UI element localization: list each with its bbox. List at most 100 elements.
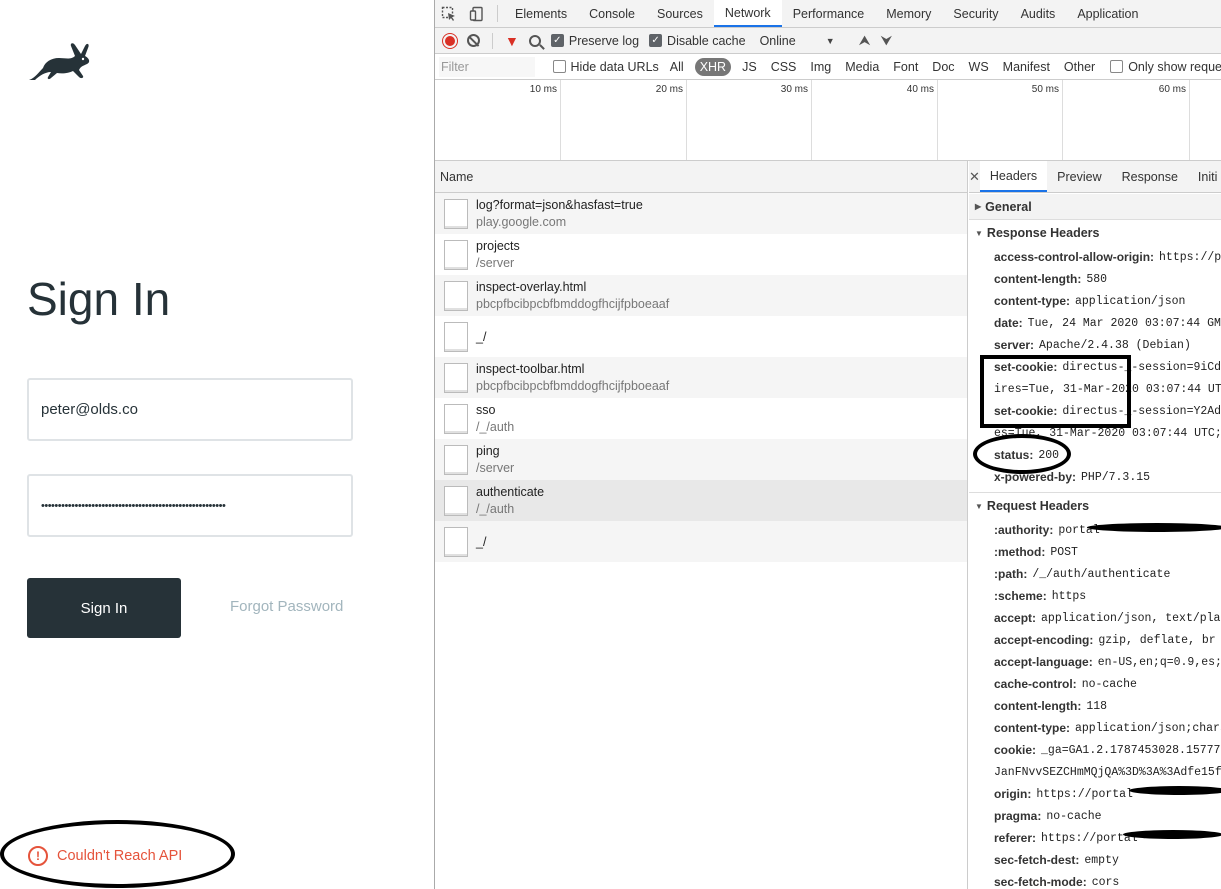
request-row[interactable]: inspect-toolbar.html pbcpfbcibpcbfbmddogf… [435, 357, 967, 398]
timeline-tick: 50 ms [938, 80, 1063, 160]
section-title: Response Headers [986, 226, 1100, 240]
header-row: accept: application/json, text/plai [969, 607, 1221, 629]
document-icon [444, 321, 468, 352]
search-icon[interactable] [528, 34, 541, 47]
network-toolbar: ▼ ✓ Preserve log ✓ Disable cache Online … [435, 28, 1221, 54]
request-row[interactable]: sso /_/auth [435, 398, 967, 439]
header-key: :scheme: [994, 589, 1047, 603]
header-key: server: [994, 338, 1035, 352]
password-field[interactable]: ••••••••••••••••••••••••••••••••••••••••… [27, 474, 353, 537]
tab-audits[interactable]: Audits [1010, 0, 1067, 27]
record-icon[interactable] [443, 33, 457, 48]
inspect-element-icon[interactable] [435, 0, 463, 27]
tab-initiator[interactable]: Initi [1188, 161, 1221, 192]
email-field[interactable]: peter@olds.co [27, 378, 353, 441]
header-row: server: Apache/2.4.38 (Debian) [969, 334, 1221, 356]
document-icon [444, 526, 468, 557]
disable-cache-checkbox[interactable]: ✓ Disable cache [649, 34, 746, 48]
close-icon[interactable]: ✕ [969, 161, 980, 192]
header-key: content-length: [994, 272, 1082, 286]
rabbit-logo-icon [29, 43, 90, 80]
type-filter-all[interactable]: All [667, 58, 687, 76]
chevron-down-icon: ▼ [825, 35, 835, 46]
device-toggle-icon[interactable] [463, 0, 491, 27]
throttle-select[interactable]: Online ▼ [760, 34, 835, 48]
tab-preview[interactable]: Preview [1047, 161, 1111, 192]
network-timeline-overview[interactable]: 10 ms 20 ms 30 ms 40 ms 50 ms 60 ms [435, 80, 1221, 161]
request-row[interactable]: projects/server [435, 234, 967, 275]
type-filter-media[interactable]: Media [842, 58, 882, 76]
request-row[interactable]: inspect-overlay.html pbcpfbcibpcbfbmddogf… [435, 275, 967, 316]
tab-performance[interactable]: Performance [782, 0, 876, 27]
type-filter-font[interactable]: Font [890, 58, 921, 76]
response-headers-toggle[interactable]: ▼ Response Headers [969, 220, 1221, 246]
import-har-icon[interactable]: ⮝ [859, 32, 871, 49]
request-row[interactable]: ping/server [435, 439, 967, 480]
header-row: cache-control: no-cache [969, 673, 1221, 695]
header-value: _ga=GA1.2.1787453028.157773 [1041, 743, 1221, 757]
name-column-header[interactable]: Name [435, 161, 967, 193]
request-headers-toggle[interactable]: ▼ Request Headers [969, 493, 1221, 519]
forgot-password-link[interactable]: Forgot Password [230, 598, 343, 615]
header-value: JanFNvvSEZCHmMQjQA%3D%3A%3Adfe15f58 [994, 765, 1221, 779]
tab-headers[interactable]: Headers [979, 161, 1048, 192]
only-show-checkbox[interactable]: Only show reque [1110, 60, 1221, 74]
tab-console[interactable]: Console [578, 0, 646, 27]
header-row: access-control-allow-origin: https://p [969, 246, 1221, 268]
header-row: date: Tue, 24 Mar 2020 03:07:44 GMT [969, 312, 1221, 334]
tab-response[interactable]: Response [1112, 161, 1188, 192]
type-filter-other[interactable]: Other [1061, 58, 1098, 76]
tab-security[interactable]: Security [942, 0, 1009, 27]
sign-in-button[interactable]: Sign In [27, 578, 181, 638]
only-show-label: Only show reque [1128, 59, 1221, 74]
tab-sources[interactable]: Sources [646, 0, 714, 27]
header-value: cors [1091, 875, 1120, 889]
document-icon [444, 444, 468, 475]
request-row[interactable]: _/ [435, 521, 967, 562]
request-row[interactable]: _/ [435, 316, 967, 357]
login-pane: Sign In peter@olds.co ••••••••••••••••••… [0, 0, 434, 889]
export-har-icon[interactable]: ⮟ [881, 32, 893, 49]
filter-input[interactable]: Filter [439, 56, 535, 77]
throttle-value: Online [759, 33, 796, 48]
header-value: 580 [1086, 272, 1108, 286]
type-filter-ws[interactable]: WS [966, 58, 992, 76]
header-row: content-type: application/json [969, 290, 1221, 312]
type-filter-doc[interactable]: Doc [929, 58, 957, 76]
request-name: _/ [476, 534, 487, 549]
tab-application[interactable]: Application [1066, 0, 1149, 27]
clear-icon[interactable] [467, 34, 480, 47]
timeline-tick: 30 ms [687, 80, 812, 160]
header-row: :scheme: https [969, 585, 1221, 607]
header-row: :method: POST [969, 541, 1221, 563]
header-key: date: [994, 316, 1023, 330]
preserve-log-checkbox[interactable]: ✓ Preserve log [550, 34, 639, 48]
toolbar-separator [492, 32, 493, 49]
request-row[interactable]: log?format=json&hasfast=true play.google.… [435, 193, 967, 234]
request-name: _/ [476, 329, 487, 344]
hide-data-urls-checkbox[interactable]: Hide data URLs [552, 60, 659, 74]
type-filter-img[interactable]: Img [807, 58, 834, 76]
document-icon [444, 362, 468, 393]
header-row: sec-fetch-dest: empty [969, 849, 1221, 871]
header-row: :path: /_/auth/authenticate [969, 563, 1221, 585]
type-filter-xhr[interactable]: XHR [694, 57, 732, 76]
tab-memory[interactable]: Memory [875, 0, 942, 27]
type-filter-css[interactable]: CSS [768, 58, 800, 76]
tab-elements[interactable]: Elements [504, 0, 578, 27]
header-row: cookie: _ga=GA1.2.1787453028.157773 [969, 739, 1221, 761]
header-key: accept: [994, 611, 1037, 625]
type-filter-manifest[interactable]: Manifest [1000, 58, 1053, 76]
request-row-selected[interactable]: authenticate /_/auth [435, 480, 967, 521]
filter-icon[interactable]: ▼ [505, 34, 519, 48]
document-icon [444, 485, 468, 516]
page-title: Sign In [27, 273, 171, 325]
request-name: inspect-toolbar.html [476, 362, 585, 376]
request-name: log?format=json&hasfast=true [476, 198, 643, 212]
header-value: POST [1050, 545, 1078, 559]
tab-network[interactable]: Network [713, 0, 782, 27]
request-name: sso [476, 403, 496, 417]
general-section-toggle[interactable]: ▶ General [969, 194, 1221, 220]
type-filter-js[interactable]: JS [739, 58, 760, 76]
header-value: no-cache [1081, 677, 1137, 691]
